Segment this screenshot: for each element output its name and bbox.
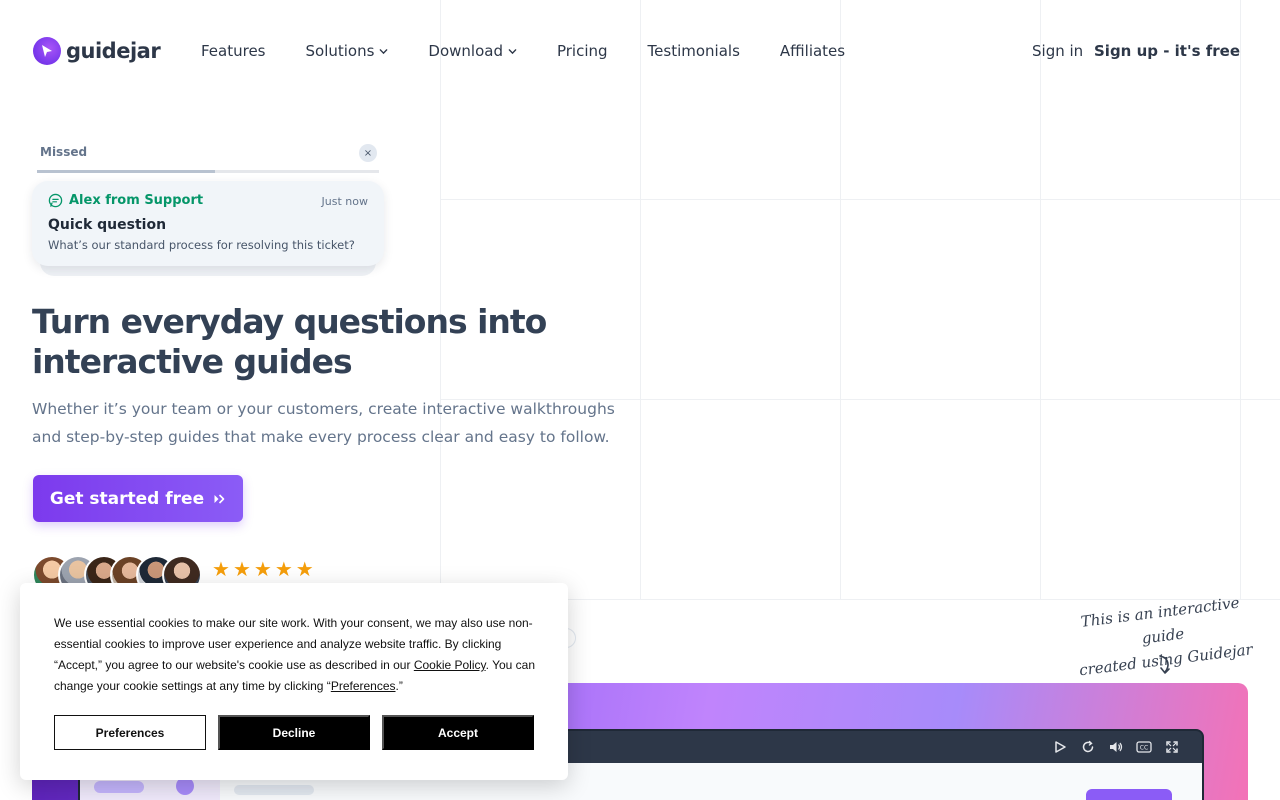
double-chevron-right-icon [214,493,225,504]
preferences-button[interactable]: Preferences [54,715,206,750]
site-header: guidejar Features Solutions Download Pri… [0,0,1280,100]
captions-label: CC [1140,745,1148,752]
notification-title: Quick question [48,217,167,233]
star-icon: ★ [295,557,314,581]
star-icon: ★ [232,557,251,581]
missed-label: Missed [40,145,88,159]
sign-up-link[interactable]: Sign up - it's free [1094,40,1240,62]
notification-progress [37,170,379,173]
nav-pricing[interactable]: Pricing [557,40,608,62]
replay-icon[interactable] [1080,739,1096,755]
get-started-button[interactable]: Get started free [33,475,243,522]
nav-features[interactable]: Features [201,40,266,62]
notification-body: What’s our standard process for resolvin… [48,238,355,252]
rating-stars: ★ ★ ★ ★ ★ [212,558,314,580]
cookie-text-part: .” [395,679,403,693]
demo-app-text [234,785,314,795]
chat-bubble-icon [48,193,63,208]
notification-sender: Alex from Support [48,193,203,208]
notification-status-row: Missed × [37,142,379,164]
star-icon: ★ [253,557,272,581]
volume-icon[interactable] [1108,739,1124,755]
notification-progress-fill [37,170,215,173]
demo-app-button [1086,789,1172,800]
cookie-consent-banner: We use essential cookies to make our sit… [20,583,568,780]
star-icon: ★ [274,557,293,581]
nav-affiliates[interactable]: Affiliates [780,40,845,62]
demo-app-logo [94,781,144,793]
nav-download-label: Download [428,42,503,60]
notification-time: Just now [321,195,368,208]
nav-testimonials-label: Testimonials [647,42,740,60]
nav-features-label: Features [201,42,266,60]
decline-button[interactable]: Decline [218,715,370,750]
nav-solutions-label: Solutions [305,42,375,60]
play-icon[interactable] [1052,739,1068,755]
chevron-down-icon [508,48,517,54]
hero-subtitle: Whether it’s your team or your customers… [32,400,615,446]
cookie-message: We use essential cookies to make our sit… [54,613,540,697]
notification-card[interactable]: Alex from Support Just now Quick questio… [32,181,384,266]
logo-wordmark: guidejar [66,39,161,63]
logo-link[interactable]: guidejar [33,37,161,65]
fullscreen-icon[interactable] [1164,739,1180,755]
guidejar-logo-icon [33,37,61,65]
get-started-label: Get started free [49,488,205,509]
sender-name: Alex from Support [69,193,204,208]
nav-solutions[interactable]: Solutions [306,40,389,62]
close-icon[interactable]: × [359,144,377,162]
sign-in-link[interactable]: Sign in [1032,40,1083,62]
star-icon: ★ [212,557,230,581]
chevron-down-icon [380,48,388,54]
demo-controls: CC [1052,739,1180,755]
nav-affiliates-label: Affiliates [779,42,846,60]
captions-icon[interactable]: CC [1136,739,1152,755]
nav-download[interactable]: Download [428,40,517,62]
cookie-policy-link[interactable]: Cookie Policy [414,658,486,672]
accept-button[interactable]: Accept [382,715,534,750]
curved-arrow-icon [1159,655,1170,674]
cookie-actions: Preferences Decline Accept [54,715,534,750]
main-nav: Features Solutions Download Pricing Test… [201,40,845,62]
preferences-link[interactable]: Preferences [331,679,396,693]
nav-pricing-label: Pricing [556,42,608,60]
nav-testimonials[interactable]: Testimonials [648,40,740,62]
hero-title: Turn everyday questions into interactive… [32,302,547,381]
